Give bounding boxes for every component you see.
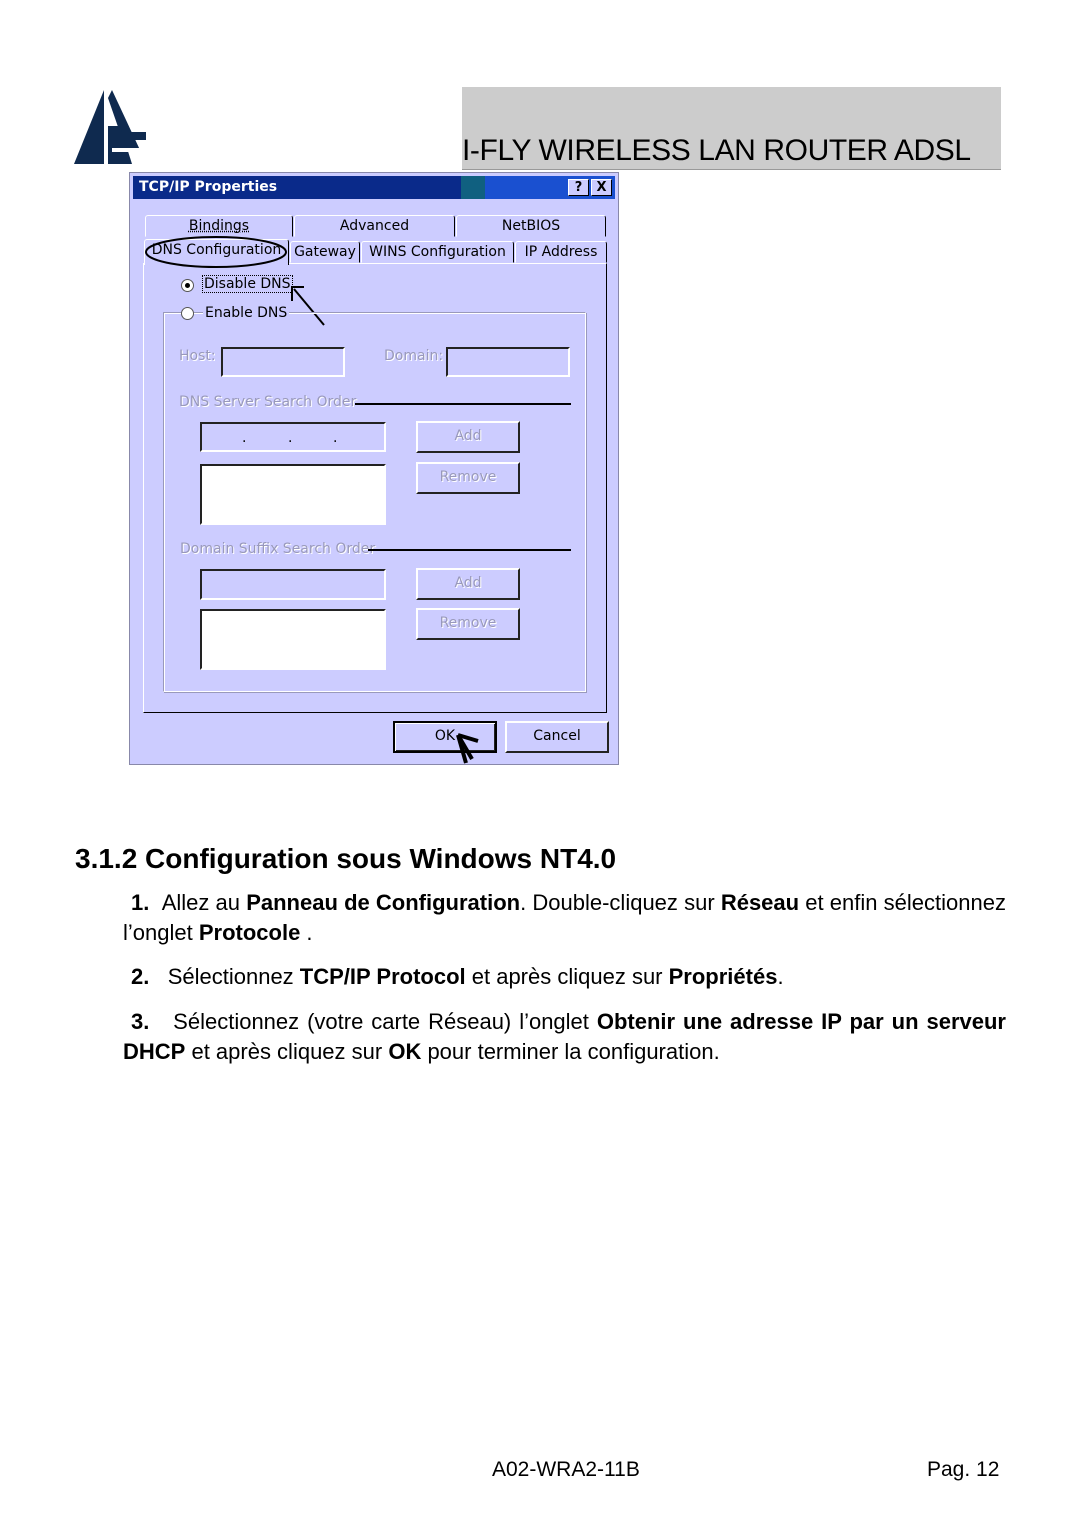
page-number: Pag. 12 bbox=[927, 1458, 1000, 1481]
host-label: Host: bbox=[179, 348, 216, 364]
emphasis-text: TCP/IP Protocol bbox=[299, 964, 466, 989]
text-run: et après cliquez sur bbox=[185, 1039, 389, 1064]
suffix-list[interactable] bbox=[200, 609, 386, 670]
tab-gateway[interactable]: Gateway bbox=[290, 241, 360, 263]
tab-ip-address[interactable]: IP Address bbox=[515, 241, 607, 263]
tab-netbios[interactable]: NetBIOS bbox=[456, 215, 606, 237]
cancel-button[interactable]: Cancel bbox=[505, 721, 609, 753]
step-3: 3. Sélectionnez (votre carte Réseau) l’o… bbox=[123, 1007, 1006, 1067]
tab-label: Gateway bbox=[294, 244, 356, 260]
tcpip-properties-dialog: TCP/IP Properties ? X Bindings Advanced … bbox=[129, 172, 619, 765]
suffix-search-order-label: Domain Suffix Search Order bbox=[180, 541, 376, 557]
disable-dns-radio[interactable] bbox=[181, 279, 194, 292]
domain-label: Domain: bbox=[384, 348, 444, 364]
text-run: pour terminer la configuration. bbox=[421, 1039, 720, 1064]
dns-server-list[interactable] bbox=[200, 464, 386, 525]
text-run: Sélectionnez (votre carte Réseau) l’ongl… bbox=[173, 1009, 597, 1034]
step-text: Allez au Panneau de Configuration. Doubl… bbox=[123, 890, 1006, 945]
dns-search-order-label: DNS Server Search Order bbox=[179, 394, 357, 410]
disable-dns-label[interactable]: Disable DNS bbox=[202, 275, 293, 293]
close-button[interactable]: X bbox=[591, 179, 612, 196]
step-text: Sélectionnez (votre carte Réseau) l’ongl… bbox=[123, 1009, 1006, 1064]
step-number: 2. bbox=[131, 964, 150, 989]
ip-dot: . bbox=[288, 430, 293, 446]
tab-label: NetBIOS bbox=[501, 218, 561, 234]
tab-bindings[interactable]: Bindings bbox=[145, 215, 293, 237]
step-text: Sélectionnez TCP/IP Protocol et après cl… bbox=[168, 964, 784, 989]
dns-add-button[interactable]: Add bbox=[416, 421, 520, 453]
suffix-add-button[interactable]: Add bbox=[416, 568, 520, 600]
tab-label: IP Address bbox=[524, 244, 598, 260]
dns-server-ip-input[interactable]: . . . bbox=[200, 422, 386, 452]
enable-dns-radio[interactable] bbox=[181, 307, 194, 320]
emphasis-text: Propriétés bbox=[668, 964, 778, 989]
step-2: 2. Sélectionnez TCP/IP Protocol et après… bbox=[123, 962, 1006, 992]
tab-label: WINS Configuration bbox=[369, 244, 506, 260]
enable-dns-label[interactable]: Enable DNS bbox=[203, 305, 290, 321]
section-rule bbox=[368, 549, 571, 551]
text-run: Sélectionnez bbox=[167, 964, 300, 989]
tab-label: Bindings bbox=[188, 218, 250, 234]
ip-dot: . bbox=[242, 430, 247, 446]
host-input[interactable] bbox=[221, 347, 345, 377]
annotation-ellipse-icon bbox=[145, 236, 287, 268]
ip-dot: . bbox=[333, 430, 338, 446]
emphasis-text: Panneau de Configuration bbox=[246, 890, 521, 915]
step-number: 3. bbox=[131, 1009, 150, 1034]
dialog-title: TCP/IP Properties bbox=[139, 179, 278, 195]
tab-wins-configuration[interactable]: WINS Configuration bbox=[361, 241, 514, 263]
text-run: . bbox=[300, 920, 313, 945]
annotation-arrow-icon bbox=[456, 733, 479, 764]
step-number: 1. bbox=[131, 890, 150, 915]
dns-remove-button[interactable]: Remove bbox=[416, 462, 520, 494]
emphasis-text: Protocole bbox=[198, 920, 301, 945]
text-run: . Double-cliquez sur bbox=[520, 890, 721, 915]
section-rule bbox=[355, 403, 571, 405]
domain-input[interactable] bbox=[446, 347, 570, 377]
text-run: et après cliquez sur bbox=[465, 964, 669, 989]
emphasis-text: Réseau bbox=[720, 890, 800, 915]
product-title: I-FLY WIRELESS LAN ROUTER ADSL bbox=[462, 134, 971, 167]
text-run: Allez au bbox=[161, 890, 247, 915]
suffix-input[interactable] bbox=[200, 569, 386, 600]
dialog-titlebar: TCP/IP Properties ? X bbox=[133, 176, 615, 199]
step-1: 1. Allez au Panneau de Configuration. Do… bbox=[123, 888, 1006, 948]
help-button[interactable]: ? bbox=[568, 179, 589, 196]
text-run: . bbox=[777, 964, 784, 989]
emphasis-text: OK bbox=[388, 1039, 422, 1064]
tab-label: Advanced bbox=[339, 218, 410, 234]
tab-advanced[interactable]: Advanced bbox=[294, 215, 455, 237]
suffix-remove-button[interactable]: Remove bbox=[416, 608, 520, 640]
document-code: A02-WRA2-11B bbox=[492, 1458, 640, 1481]
section-heading: 3.1.2 Configuration sous Windows NT4.0 bbox=[75, 843, 617, 874]
atlantis-logo-icon bbox=[74, 90, 146, 164]
